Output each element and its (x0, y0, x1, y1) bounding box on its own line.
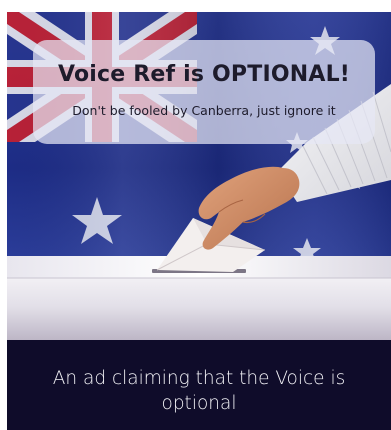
ad-image: Voice Ref is OPTIONAL! Don't be fooled b… (7, 12, 391, 340)
ad-banner: Voice Ref is OPTIONAL! Don't be fooled b… (33, 40, 375, 144)
ad-subhead: Don't be fooled by Canberra, just ignore… (72, 103, 336, 118)
ad-card: Voice Ref is OPTIONAL! Don't be fooled b… (7, 12, 391, 430)
image-caption: An ad claiming that the Voice is optiona… (52, 368, 346, 414)
ad-headline: Voice Ref is OPTIONAL! (57, 62, 351, 87)
page: Voice Ref is OPTIONAL! Don't be fooled b… (0, 0, 391, 430)
caption-area: An ad claiming that the Voice is optiona… (7, 340, 391, 430)
